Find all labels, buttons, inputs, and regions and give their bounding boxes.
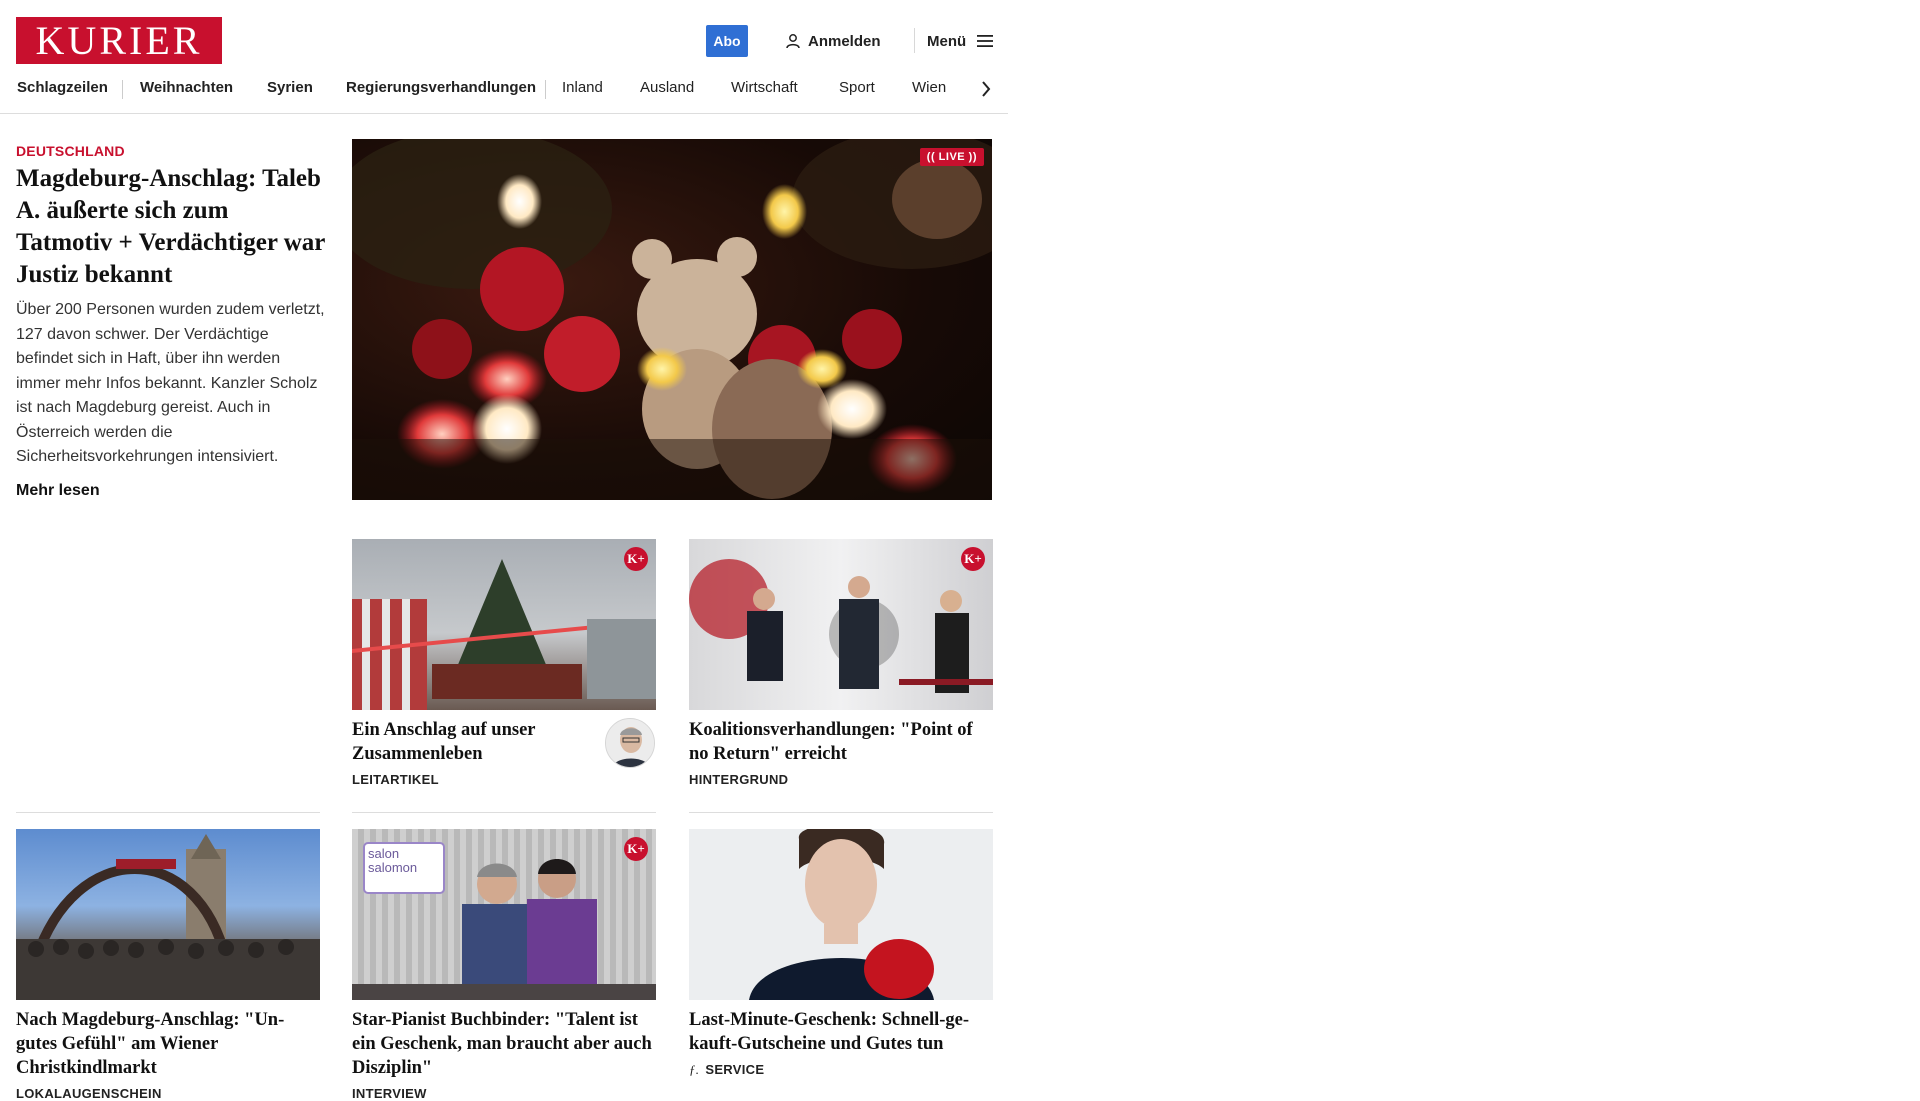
- nav-item-wirtschaft[interactable]: Wirtschaft: [731, 79, 798, 96]
- article-headline[interactable]: Star-Pianist Buchbinder: "Talent ist ein…: [352, 1008, 656, 1080]
- kurier-plus-badge: K+: [624, 547, 648, 571]
- chevron-right-icon: [982, 81, 991, 97]
- lead-headline[interactable]: Magdeburg-Anschlag: Taleb A. äußerte sic…: [16, 163, 326, 291]
- live-badge: (( LIVE )): [919, 148, 984, 166]
- read-more-link[interactable]: Mehr lesen: [16, 482, 100, 500]
- article-category: ƒ. SERVICE: [689, 1062, 993, 1078]
- divider: [689, 812, 993, 813]
- menu-label: Menü: [927, 32, 967, 50]
- article-thumbnail: salon salomon K+: [352, 829, 656, 1000]
- article-headline[interactable]: Koalitionsverhandlungen: "Point of no Re…: [689, 718, 993, 766]
- article-headline[interactable]: Last-Minute-Geschenk: Schnell-ge-kauft-G…: [689, 1008, 993, 1056]
- press-conference-photo: [689, 559, 993, 693]
- article-category: HINTERGRUND: [689, 772, 789, 787]
- article-card[interactable]: salon salomon K+ Star-Pianist Buchbinder…: [352, 829, 656, 1101]
- nav-item-ausland[interactable]: Ausland: [640, 79, 694, 96]
- article-category: LOKALAUGENSCHEIN: [16, 1086, 162, 1101]
- nav-divider-line: [0, 113, 1008, 114]
- salon-salomon-logo: salon salomon: [368, 846, 418, 875]
- article-category: INTERVIEW: [352, 1086, 427, 1101]
- lead-image[interactable]: (( LIVE )): [352, 139, 992, 500]
- user-icon: [786, 34, 800, 49]
- kurier-plus-badge: K+: [961, 547, 985, 571]
- nav-item-inland[interactable]: Inland: [562, 79, 603, 96]
- nav-item-sport[interactable]: Sport: [839, 79, 875, 96]
- login-label: Anmelden: [808, 32, 881, 50]
- hamburger-icon: [977, 35, 994, 47]
- nav-item-weihnachten[interactable]: Weihnachten: [140, 79, 233, 96]
- article-headline[interactable]: Ein Anschlag auf unser Zusammenleben: [352, 718, 592, 766]
- article-thumbnail: K+: [689, 539, 993, 710]
- header-divider: [914, 28, 915, 53]
- author-avatar: [605, 718, 655, 768]
- nav-divider: [545, 80, 546, 99]
- login-button[interactable]: Anmelden: [785, 30, 881, 52]
- nav-item-schlagzeilen[interactable]: Schlagzeilen: [17, 79, 108, 96]
- article-thumbnail: [689, 829, 993, 1000]
- article-card[interactable]: Nach Magdeburg-Anschlag: "Un-gutes Gefüh…: [16, 829, 320, 1101]
- service-icon: ƒ.: [689, 1062, 700, 1077]
- article-thumbnail: K+: [352, 539, 656, 710]
- candles-teddy-photo: [352, 139, 992, 500]
- article-card[interactable]: K+ Koalitionsverhandlungen: "Point of no…: [689, 539, 993, 787]
- main-navigation: Schlagzeilen Weihnachten Syrien Regierun…: [0, 76, 1008, 102]
- lead-teaser: Über 200 Personen wurden zudem verletzt,…: [16, 301, 325, 465]
- christkindlmarkt-photo: [16, 834, 320, 1000]
- article-category: LEITARTIKEL: [352, 772, 439, 787]
- divider: [16, 812, 320, 813]
- author-portrait: [606, 719, 654, 767]
- kurier-plus-badge: K+: [624, 837, 648, 861]
- article-category-label: SERVICE: [705, 1062, 765, 1077]
- lead-kicker: DEUTSCHLAND: [16, 143, 125, 159]
- gift-model-photo: [749, 829, 934, 1000]
- menu-button[interactable]: Menü: [927, 30, 994, 52]
- article-card[interactable]: Last-Minute-Geschenk: Schnell-ge-kauft-G…: [689, 829, 993, 1078]
- logo-text: KURIER: [35, 17, 203, 63]
- nav-item-wien[interactable]: Wien: [912, 79, 946, 96]
- nav-item-regierungsverhandlungen[interactable]: Regierungsverhandlungen: [346, 79, 536, 96]
- nav-scroll-right-button[interactable]: [974, 76, 998, 102]
- divider: [352, 812, 656, 813]
- christmas-market-photo: [352, 559, 656, 710]
- article-headline[interactable]: Nach Magdeburg-Anschlag: "Un-gutes Gefüh…: [16, 1008, 320, 1080]
- kurier-logo[interactable]: KURIER: [16, 17, 222, 64]
- nav-divider: [122, 80, 123, 99]
- article-thumbnail: [16, 829, 320, 1000]
- abo-button[interactable]: Abo: [706, 25, 748, 57]
- nav-item-syrien[interactable]: Syrien: [267, 79, 313, 96]
